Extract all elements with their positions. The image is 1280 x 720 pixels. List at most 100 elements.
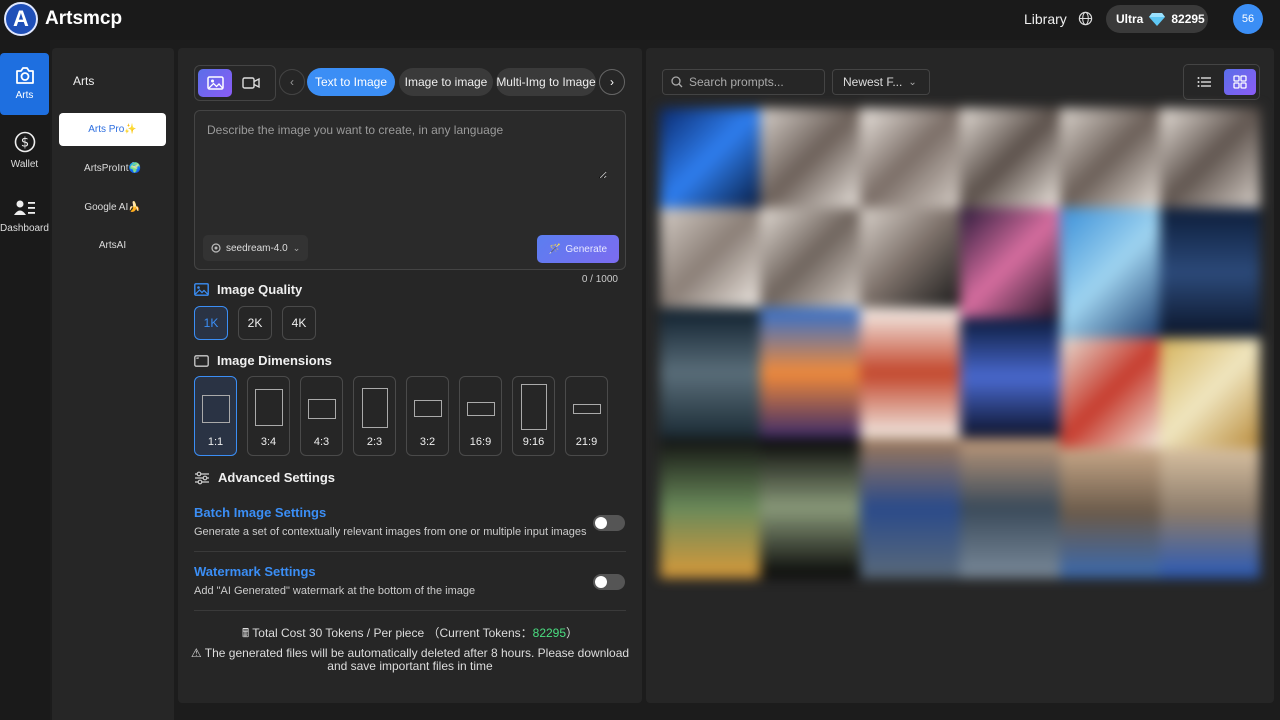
list-view-button[interactable] <box>1188 69 1220 95</box>
nav-item-arts[interactable]: Arts <box>0 53 49 115</box>
tab-image-to-image[interactable]: Image to image <box>399 68 493 96</box>
divider <box>194 551 626 552</box>
nav-label-dashboard: Dashboard <box>0 222 49 234</box>
gallery-image[interactable] <box>960 438 1060 578</box>
dimension-21-9-button[interactable]: 21:9 <box>565 376 608 456</box>
gallery-image[interactable] <box>760 308 860 438</box>
diamond-icon <box>1149 13 1166 26</box>
token-count: 82295 <box>1171 12 1205 26</box>
top-bar: A Artsmcp Library Ultra 82295 56 <box>0 0 1280 40</box>
subnav-item-google-ai[interactable]: Google AI🍌 <box>59 191 166 224</box>
image-mode-button[interactable] <box>198 69 232 97</box>
camera-icon <box>15 67 34 84</box>
left-nav: Arts $ Wallet Dashboard <box>0 40 50 720</box>
tab-multi-img-to-image[interactable]: Multi-Img to Image <box>496 68 596 96</box>
globe-icon[interactable] <box>1078 11 1093 26</box>
tabs-next-button[interactable]: › <box>599 69 625 95</box>
gallery-image[interactable] <box>660 108 760 208</box>
dimension-2-3-button[interactable]: 2:3 <box>353 376 396 456</box>
aspect-ratio-icon <box>194 354 209 367</box>
dimension-9-16-button[interactable]: 9:16 <box>512 376 555 456</box>
tab-text-to-image[interactable]: Text to Image <box>307 68 395 96</box>
gallery-image[interactable] <box>860 108 960 208</box>
dimension-16-9-button[interactable]: 16:9 <box>459 376 502 456</box>
batch-settings-desc: Generate a set of contextually relevant … <box>194 526 587 538</box>
generate-label: Generate <box>565 243 608 255</box>
gallery-image[interactable] <box>1060 108 1160 208</box>
user-avatar[interactable]: 56 <box>1233 4 1263 34</box>
cost-text: Total Cost 30 Tokens / Per piece （Curren… <box>252 626 533 640</box>
image-dimensions-heading: Image Dimensions <box>194 353 332 368</box>
dollar-icon: $ <box>14 131 35 152</box>
model-icon <box>211 243 221 253</box>
watermark-settings-title: Watermark Settings <box>194 564 316 579</box>
gallery-image[interactable] <box>1160 108 1260 208</box>
dimension-3-2-button[interactable]: 3:2 <box>406 376 449 456</box>
generate-button[interactable]: 🪄 Generate <box>537 235 619 263</box>
divider <box>194 610 626 611</box>
batch-settings-toggle[interactable] <box>593 515 625 531</box>
library-link[interactable]: Library <box>1024 11 1067 27</box>
image-icon <box>206 76 224 90</box>
dimension-label: 1:1 <box>207 436 224 448</box>
cost-suffix: ） <box>566 626 579 640</box>
model-select[interactable]: seedream-4.0 ⌄ <box>203 235 309 261</box>
cost-summary: 🖩 Total Cost 30 Tokens / Per piece （Curr… <box>178 624 642 645</box>
ratio-shape <box>413 400 442 417</box>
gallery-image[interactable] <box>860 438 960 578</box>
nav-item-wallet[interactable]: $ Wallet <box>0 119 49 181</box>
char-count: 0 / 1000 <box>581 274 618 285</box>
dimension-1-1-button[interactable]: 1:1 <box>194 376 237 456</box>
gallery-image[interactable] <box>760 108 860 208</box>
subnav-item-arts-pro[interactable]: Arts Pro✨ <box>59 113 166 146</box>
search-input[interactable] <box>689 75 819 89</box>
gallery-image[interactable] <box>860 308 960 438</box>
dimension-label: 3:4 <box>260 436 277 448</box>
tabs-prev-button[interactable]: ‹ <box>279 69 305 95</box>
quality-2k-button[interactable]: 2K <box>238 306 272 340</box>
gallery-image[interactable] <box>1060 448 1160 578</box>
gallery-image[interactable] <box>1160 208 1260 338</box>
video-icon <box>242 77 260 89</box>
dimension-3-4-button[interactable]: 3:4 <box>247 376 290 456</box>
gallery-image[interactable] <box>960 108 1060 208</box>
user-list-icon <box>13 200 35 215</box>
gallery-image[interactable] <box>960 318 1060 438</box>
sort-select[interactable]: Newest F... ⌄ <box>832 69 930 95</box>
chevron-right-icon: › <box>610 75 614 89</box>
gallery-image[interactable] <box>760 438 860 578</box>
dimension-label: 3:2 <box>419 436 436 448</box>
watermark-settings-toggle[interactable] <box>593 574 625 590</box>
prompt-input[interactable] <box>207 123 607 179</box>
watermark-settings-desc: Add "AI Generated" watermark at the bott… <box>194 585 476 597</box>
image-dimensions-title: Image Dimensions <box>217 353 332 368</box>
ratio-shape <box>572 404 601 414</box>
dimension-label: 2:3 <box>366 436 383 448</box>
video-mode-button[interactable] <box>234 69 268 97</box>
grid-view-button[interactable] <box>1224 69 1256 95</box>
app-logo[interactable]: A <box>4 2 38 36</box>
gallery-image[interactable] <box>1060 338 1160 448</box>
subnav-item-artsproint[interactable]: ArtsProInt🌍 <box>59 152 166 185</box>
quality-4k-button[interactable]: 4K <box>282 306 316 340</box>
ratio-shape <box>254 389 283 426</box>
plan-token-pill[interactable]: Ultra 82295 <box>1106 5 1208 33</box>
gallery-image[interactable] <box>1060 208 1160 338</box>
image-icon <box>194 283 209 296</box>
quality-1k-button[interactable]: 1K <box>194 306 228 340</box>
gallery-image[interactable] <box>1160 448 1260 578</box>
gallery-image[interactable] <box>860 208 960 308</box>
gallery-image[interactable] <box>660 208 760 308</box>
gallery-image[interactable] <box>660 308 760 438</box>
ratio-shape <box>201 395 230 423</box>
dimension-4-3-button[interactable]: 4:3 <box>300 376 343 456</box>
nav-item-dashboard[interactable]: Dashboard <box>0 185 49 247</box>
nav-label-wallet: Wallet <box>10 158 39 170</box>
search-box <box>662 69 825 95</box>
gallery-image[interactable] <box>760 208 860 308</box>
brand-name[interactable]: Artsmcp <box>45 8 122 30</box>
gallery-image[interactable] <box>660 438 760 578</box>
subnav-item-artsai[interactable]: ArtsAI <box>59 229 166 262</box>
gallery-image[interactable] <box>1160 338 1260 448</box>
gallery-image[interactable] <box>960 208 1060 318</box>
